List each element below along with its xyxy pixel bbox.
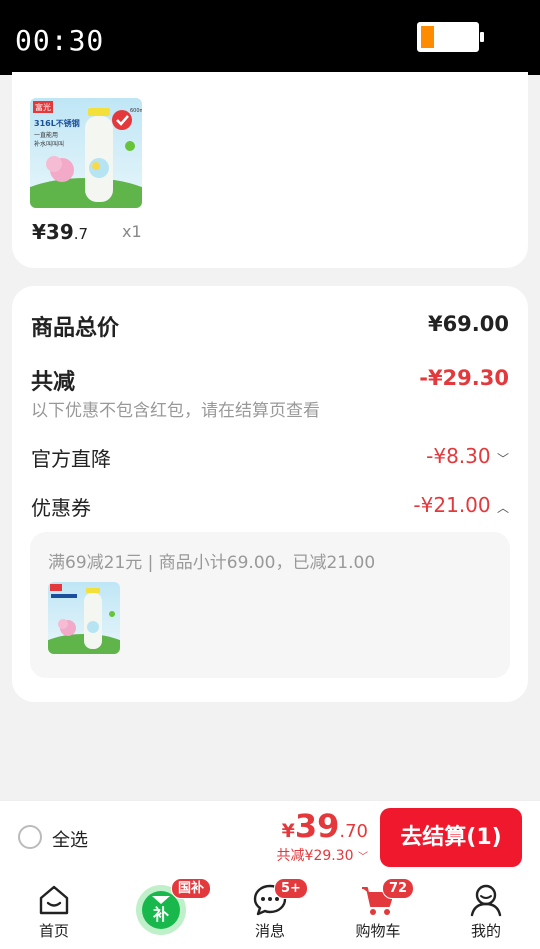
product-qty: x1 [122,222,142,241]
tab-messages[interactable]: 5+ 消息 [216,874,324,949]
coupon-row[interactable]: -¥21.00 ︿ [413,493,509,517]
subsidy-badge: 国补 [171,878,212,899]
messages-badge: 5+ [274,878,308,899]
brand-text: 富光 [35,102,51,112]
coupon-label: 优惠券 [31,496,91,520]
official-label: 官方直降 [31,447,111,471]
coupon-value: -¥21.00 [413,493,491,517]
checkout-button[interactable]: 去结算(1) [380,808,522,867]
price-int: ¥39 [32,220,74,244]
cap-text: 600ml [130,108,142,114]
discount-value: -¥29.30 [419,366,509,390]
status-time: 00:30 [15,24,105,57]
official-discount-row[interactable]: -¥8.30 ﹀ [426,444,509,468]
discount-note: 以下优惠不包含红包，请在结算页查看 [31,401,320,421]
title-text: 316L不锈钢 [34,118,80,128]
total-value: ¥69.00 [427,312,509,336]
chevron-up-icon: ︿ [496,501,509,515]
tab-cart-label: 购物车 [355,922,401,940]
tab-home-label: 首页 [38,922,69,940]
total-discount-toggle[interactable]: 共减¥29.30 ﹀ [277,845,368,865]
total-price: ¥39.70 [282,807,368,845]
select-all-label[interactable]: 全选 [52,826,88,852]
total-currency: ¥ [281,820,295,842]
total-discount-text: 共减¥29.30 [276,848,354,864]
coupon-product-thumbnail[interactable] [48,582,120,654]
chevron-down-icon: ﹀ [358,852,368,863]
price-dec: .7 [73,225,89,243]
bottom-tab-bar: 首页 补 国补 5+ 消息 72 购物车 我的 [0,874,540,949]
total-int: 39 [294,807,340,845]
tab-profile[interactable]: 我的 [432,874,540,949]
tab-profile-label: 我的 [470,922,501,940]
status-bar: 00:30 [0,0,540,75]
discount-label: 共减 [31,370,76,395]
product-price: ¥39.7 [32,220,88,244]
product-thumbnail[interactable]: 富光 316L不锈钢 一直能用 补水叫叫叫 600ml [30,98,142,208]
tab-messages-label: 消息 [254,922,285,940]
tab-cart[interactable]: 72 购物车 [324,874,432,949]
line1-text: 一直能用 [34,131,58,139]
chevron-down-icon: ﹀ [496,452,509,466]
total-label: 商品总价 [31,316,120,341]
tab-home[interactable]: 首页 [0,874,108,949]
price-summary-card: 商品总价 ¥69.00 共减 -¥29.30 以下优惠不包含红包，请在结算页查看… [12,286,528,702]
coupon-detail: 满69减21元 | 商品小计69.00，已减21.00 [48,553,376,573]
profile-icon [470,884,502,917]
home-icon [39,885,69,915]
tab-subsidy[interactable]: 补 国补 [108,874,216,949]
battery-icon [417,22,484,52]
line2-text: 补水叫叫叫 [34,140,64,148]
subsidy-icon-text: 补 [152,905,169,924]
official-value: -¥8.30 [426,444,491,468]
product-card: 富光 316L不锈钢 一直能用 补水叫叫叫 600ml ¥39.7 x1 [12,72,528,268]
select-all-radio[interactable] [18,825,42,849]
total-dec: .70 [339,821,368,842]
cart-badge: 72 [382,878,415,899]
checkout-bar: 全选 ¥39.70 共减¥29.30 ﹀ 去结算(1) [0,800,540,874]
